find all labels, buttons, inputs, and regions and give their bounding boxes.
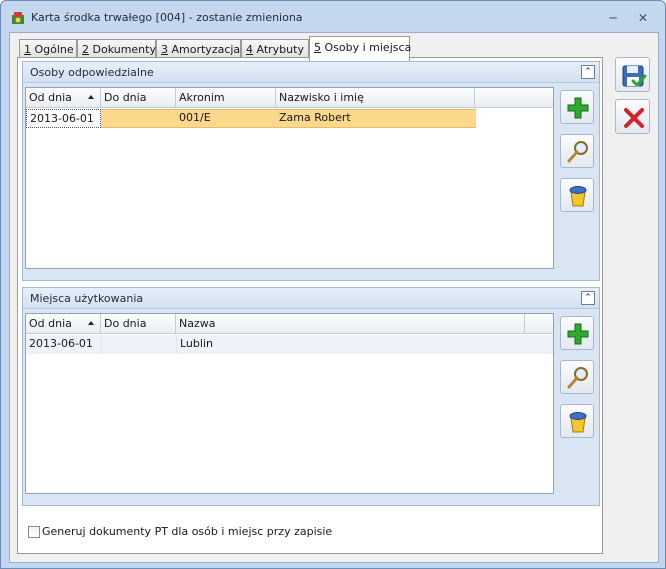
- cell-akronim: 001/E: [179, 111, 211, 124]
- persons-group-header: Osoby odpowiedzialne ⌃: [23, 62, 599, 83]
- tab-label: Osoby i miejsca: [324, 41, 412, 54]
- places-grid[interactable]: Od dnia Do dnia Nazwa 2013-06-01 Lublin: [25, 313, 554, 494]
- cell-nazwa: Lublin: [176, 335, 525, 354]
- tab-panel: Osoby odpowiedzialne ⌃ Od dnia Do dnia A…: [17, 57, 603, 554]
- col-label: Do dnia: [104, 91, 147, 104]
- client-area: 1 Ogólne 2 Dokumenty 3 Amortyzacja 4 Atr…: [9, 32, 659, 563]
- plus-icon: [567, 97, 589, 119]
- bin-icon: [569, 412, 587, 433]
- tab-label: Atrybuty: [256, 43, 304, 56]
- magnifier-icon: [567, 141, 588, 163]
- delete-place-button[interactable]: [560, 404, 594, 438]
- window: Karta środka trwałego [004] - zostanie z…: [0, 0, 666, 569]
- sort-asc-icon: [88, 95, 94, 99]
- titlebar: Karta środka trwałego [004] - zostanie z…: [1, 1, 665, 33]
- cell-do-dnia: [101, 109, 176, 128]
- add-person-button[interactable]: [560, 90, 594, 124]
- col-label: Od dnia: [29, 91, 72, 104]
- tab-label: Amortyzacja: [171, 43, 241, 56]
- generate-pt-checkbox[interactable]: [28, 526, 40, 538]
- cancel-button[interactable]: [615, 99, 650, 134]
- places-group-header: Miejsca użytkowania ⌃: [23, 288, 599, 309]
- col-label: Akronim: [179, 91, 225, 104]
- view-place-button[interactable]: [560, 360, 594, 394]
- col-od-dnia[interactable]: Od dnia: [26, 314, 101, 334]
- table-row[interactable]: 2013-06-01 Lublin: [26, 335, 553, 354]
- persons-grid-header: Od dnia Do dnia Akronim Nazwisko i imię: [26, 88, 553, 108]
- view-person-button[interactable]: [560, 134, 594, 168]
- tab-number: 2: [82, 43, 89, 56]
- col-do-dnia[interactable]: Do dnia: [101, 88, 176, 108]
- tab-number: 1: [24, 43, 31, 56]
- cell-od-dnia: 2013-06-01: [26, 109, 101, 128]
- collapse-places-icon[interactable]: ⌃: [581, 291, 595, 305]
- col-label: Od dnia: [29, 317, 72, 330]
- places-group: Miejsca użytkowania ⌃ Od dnia Do dnia Na…: [22, 287, 600, 506]
- floppy-save-icon: [622, 65, 647, 87]
- places-grid-header: Od dnia Do dnia Nazwa: [26, 314, 553, 334]
- red-x-icon: [624, 108, 644, 128]
- table-row[interactable]: 2013-06-01 001/E Zama Robert: [26, 109, 553, 128]
- col-label: Nazwisko i imię: [279, 91, 364, 104]
- tab-label: Dokumenty: [92, 43, 156, 56]
- cell-do-dnia: [101, 335, 176, 354]
- bin-icon: [569, 186, 587, 207]
- tab-number: 5: [314, 41, 321, 54]
- sort-asc-icon: [88, 321, 94, 325]
- places-group-title: Miejsca użytkowania: [30, 292, 144, 305]
- tab-label: Ogólne: [34, 43, 74, 56]
- delete-person-button[interactable]: [560, 178, 594, 212]
- plus-icon: [567, 323, 589, 345]
- magnifier-icon: [567, 367, 588, 389]
- persons-group: Osoby odpowiedzialne ⌃ Od dnia Do dnia A…: [22, 61, 600, 281]
- tab-number: 4: [246, 43, 253, 56]
- close-window-icon[interactable]: ✕: [635, 11, 651, 25]
- collapse-persons-icon[interactable]: ⌃: [581, 65, 595, 79]
- persons-group-title: Osoby odpowiedzialne: [30, 66, 154, 79]
- col-nazwa[interactable]: Nazwa: [176, 314, 525, 334]
- tab-osoby-i-miejsca[interactable]: 5 Osoby i miejsca: [309, 36, 412, 61]
- generate-pt-label: Generuj dokumenty PT dla osób i miejsc p…: [42, 525, 333, 538]
- window-title: Karta środka trwałego [004] - zostanie z…: [31, 11, 303, 24]
- save-button[interactable]: [615, 57, 650, 92]
- add-place-button[interactable]: [560, 316, 594, 350]
- persons-grid[interactable]: Od dnia Do dnia Akronim Nazwisko i imię …: [25, 87, 554, 269]
- cell-od-dnia: 2013-06-01: [29, 337, 93, 350]
- tab-number: 3: [161, 43, 168, 56]
- col-label: Nazwa: [179, 317, 216, 330]
- app-icon: [12, 12, 24, 24]
- col-od-dnia[interactable]: Od dnia: [26, 88, 101, 108]
- col-akronim[interactable]: Akronim: [176, 88, 276, 108]
- col-do-dnia[interactable]: Do dnia: [101, 314, 176, 334]
- cell-nazwisko: Zama Robert: [279, 111, 351, 124]
- col-nazwisko-imie[interactable]: Nazwisko i imię: [276, 88, 475, 108]
- col-label: Do dnia: [104, 317, 147, 330]
- minimize-icon[interactable]: ─: [605, 11, 621, 25]
